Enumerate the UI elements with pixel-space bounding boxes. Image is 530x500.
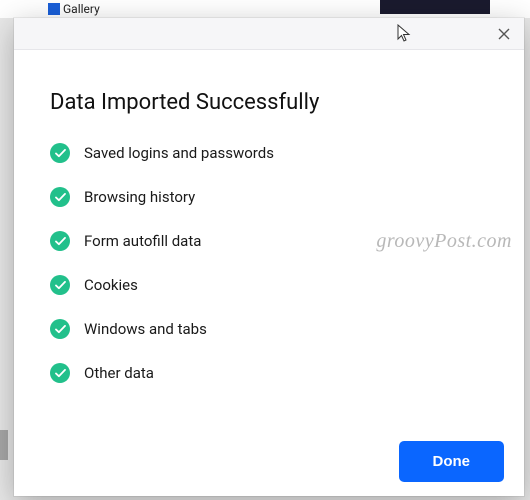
dialog-title: Data Imported Successfully	[50, 90, 488, 115]
list-item: Browsing history	[50, 187, 488, 207]
list-item: Saved logins and passwords	[50, 143, 488, 163]
item-label: Windows and tabs	[84, 320, 207, 338]
dialog-header	[14, 18, 524, 50]
gallery-icon	[48, 3, 60, 15]
dialog-footer: Done	[399, 441, 505, 482]
check-icon	[50, 363, 70, 383]
list-item: Other data	[50, 363, 488, 383]
background-dark-strip	[380, 0, 490, 14]
dialog-body: Data Imported Successfully Saved logins …	[14, 50, 524, 383]
background-gallery-item: Gallery	[48, 2, 100, 16]
item-label: Saved logins and passwords	[84, 144, 274, 162]
close-icon	[498, 28, 510, 40]
check-icon	[50, 275, 70, 295]
import-success-dialog: Data Imported Successfully Saved logins …	[14, 18, 524, 496]
list-item: Windows and tabs	[50, 319, 488, 339]
item-label: Form autofill data	[84, 232, 201, 250]
list-item: Cookies	[50, 275, 488, 295]
background-window-strip: Gallery	[0, 0, 530, 18]
check-icon	[50, 187, 70, 207]
gallery-label: Gallery	[63, 2, 100, 16]
check-icon	[50, 319, 70, 339]
done-button[interactable]: Done	[399, 441, 505, 482]
item-label: Browsing history	[84, 188, 195, 206]
background-scrollbar-thumb	[0, 430, 8, 460]
close-button[interactable]	[494, 24, 514, 44]
list-item: Form autofill data	[50, 231, 488, 251]
check-icon	[50, 231, 70, 251]
check-icon	[50, 143, 70, 163]
item-label: Cookies	[84, 276, 138, 294]
item-label: Other data	[84, 364, 154, 382]
imported-items-list: Saved logins and passwords Browsing hist…	[50, 143, 488, 383]
